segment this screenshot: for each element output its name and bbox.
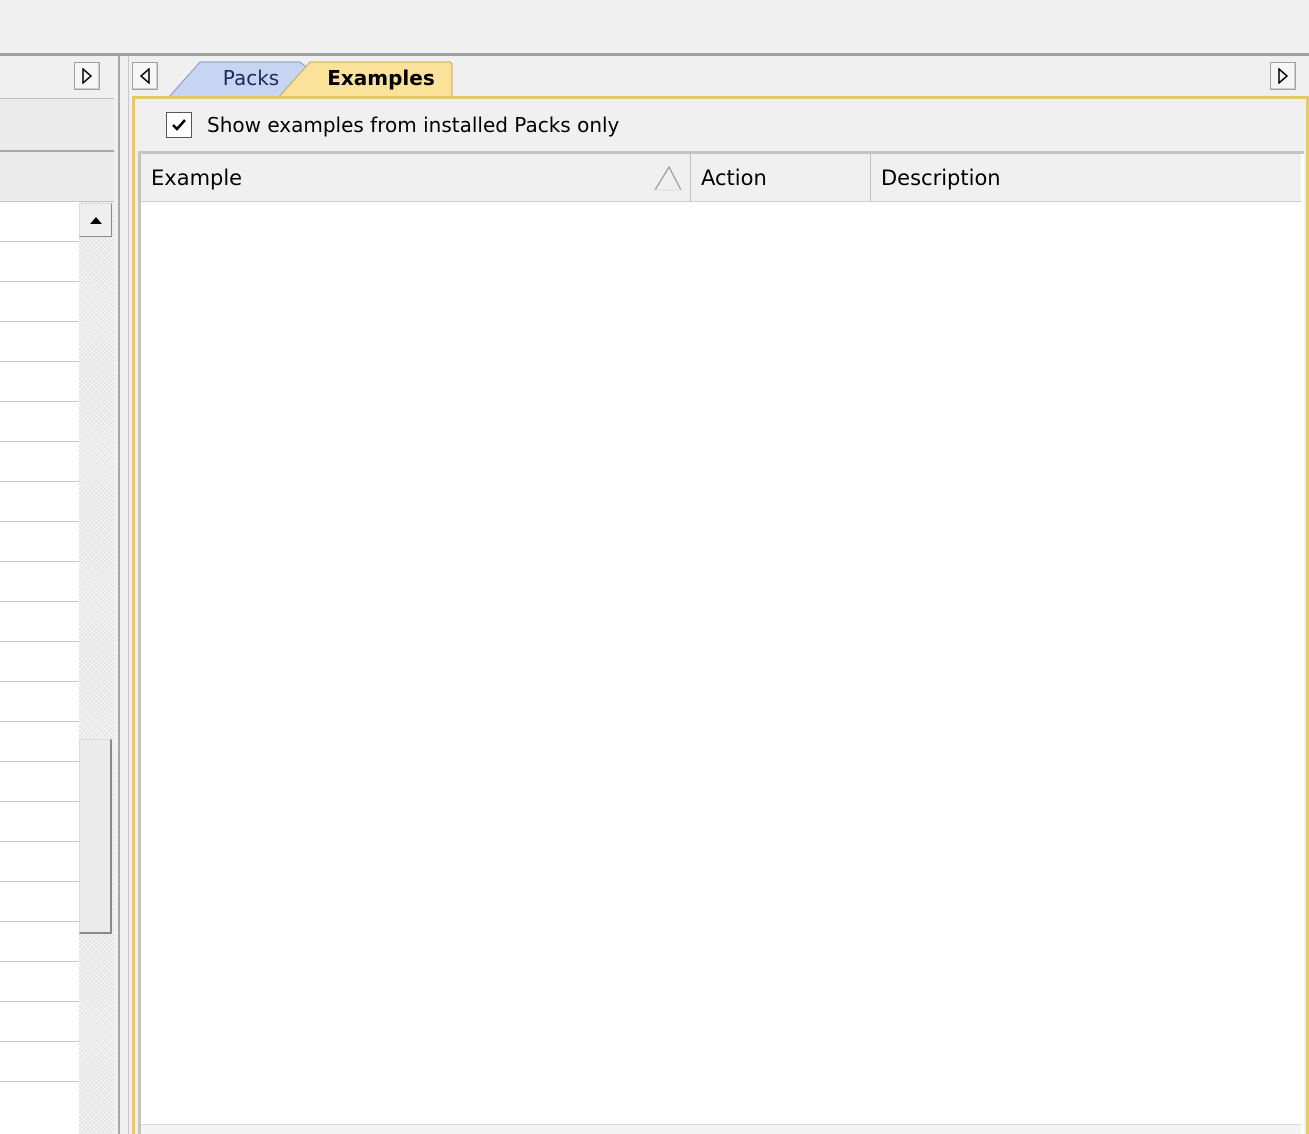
list-row-divider bbox=[0, 641, 79, 642]
list-row-divider bbox=[0, 681, 79, 682]
list-row-divider bbox=[0, 521, 79, 522]
list-row-divider bbox=[0, 1001, 79, 1002]
list-row-divider bbox=[0, 921, 79, 922]
sort-ascending-icon bbox=[654, 166, 682, 191]
left-vertical-scrollbar[interactable] bbox=[79, 202, 114, 1134]
toolbar-area bbox=[0, 0, 1309, 54]
left-header-band bbox=[0, 98, 118, 152]
tab-packs-label[interactable]: Packs bbox=[205, 63, 297, 93]
splitter-edge bbox=[128, 56, 129, 1134]
scroll-up-button[interactable] bbox=[79, 203, 112, 237]
list-row-divider bbox=[0, 481, 79, 482]
installed-packs-only-label[interactable]: Show examples from installed Packs only bbox=[207, 110, 619, 140]
column-header-example[interactable]: Example bbox=[141, 154, 690, 202]
list-row-divider bbox=[0, 561, 79, 562]
tab-examples-label[interactable]: Examples bbox=[305, 63, 457, 93]
triangle-left-icon bbox=[139, 68, 150, 84]
splitter-edge bbox=[118, 56, 120, 1134]
list-row-divider bbox=[0, 881, 79, 882]
list-row-divider bbox=[0, 961, 79, 962]
scroll-thumb[interactable] bbox=[79, 739, 112, 934]
left-column-header bbox=[0, 152, 118, 202]
list-row-divider bbox=[0, 801, 79, 802]
triangle-right-icon bbox=[1278, 68, 1289, 84]
list-row-divider bbox=[0, 721, 79, 722]
installed-packs-only-checkbox[interactable] bbox=[166, 112, 192, 138]
list-row-divider bbox=[0, 401, 79, 402]
list-row-divider bbox=[0, 1081, 79, 1082]
checkmark-icon bbox=[172, 119, 186, 131]
left-list[interactable] bbox=[0, 202, 80, 1134]
triangle-right-icon bbox=[82, 68, 93, 84]
prev-tab-button[interactable] bbox=[132, 62, 158, 90]
list-row-divider bbox=[0, 1041, 79, 1042]
left-next-tab-button[interactable] bbox=[74, 62, 100, 90]
examples-grid[interactable] bbox=[138, 151, 1304, 1134]
list-row-divider bbox=[0, 601, 79, 602]
list-row-divider bbox=[0, 441, 79, 442]
list-row-divider bbox=[0, 761, 79, 762]
triangle-up-icon bbox=[89, 216, 102, 224]
horizontal-scrollbar[interactable] bbox=[141, 1124, 1301, 1134]
list-row-divider bbox=[0, 241, 79, 242]
column-header-action[interactable]: Action bbox=[691, 154, 870, 202]
list-row-divider bbox=[0, 281, 79, 282]
list-row-divider bbox=[0, 361, 79, 362]
column-header-description[interactable]: Description bbox=[871, 154, 1301, 202]
next-tab-button[interactable] bbox=[1270, 62, 1296, 90]
list-row-divider bbox=[0, 321, 79, 322]
list-row-divider bbox=[0, 841, 79, 842]
left-tab-strip bbox=[0, 56, 118, 96]
